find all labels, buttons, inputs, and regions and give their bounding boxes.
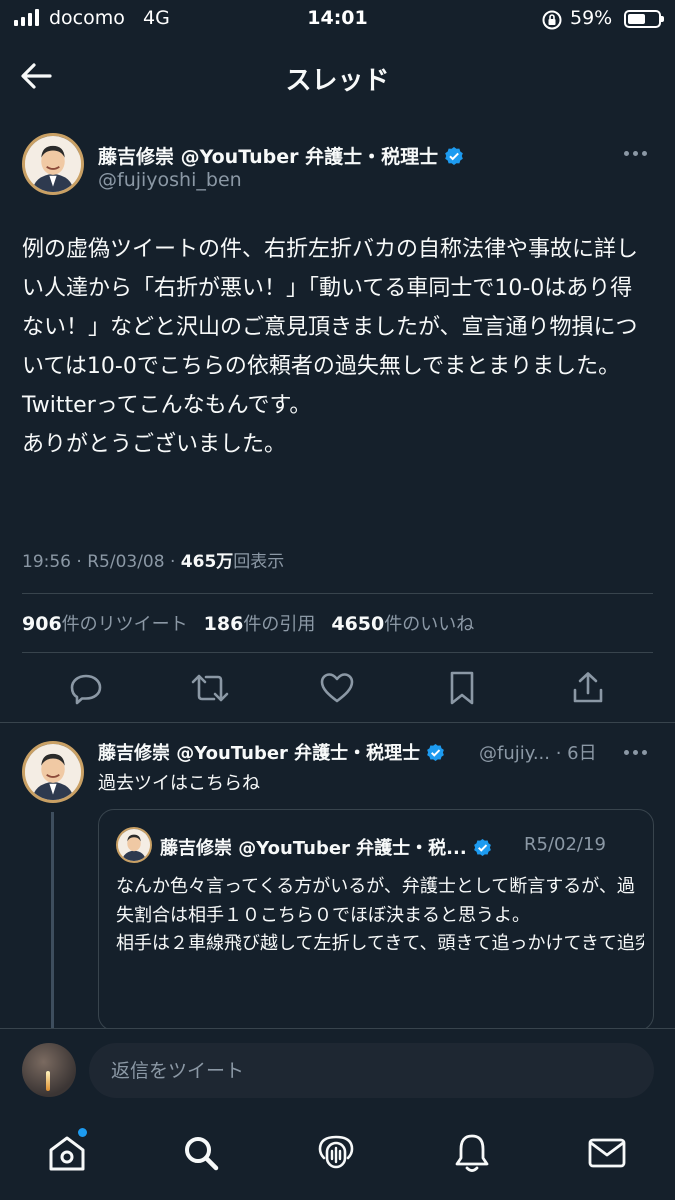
battery-percent: 59% <box>570 7 613 29</box>
bookmark-button[interactable] <box>442 665 482 711</box>
tab-spaces[interactable] <box>313 1130 359 1176</box>
status-bar: docomo 4G 14:01 59% <box>0 0 675 40</box>
retweets-stat[interactable]: 906件のリツイート <box>22 610 188 636</box>
page-title: スレッド <box>285 66 390 96</box>
tweet-stats: 906件のリツイート 186件の引用 4650件のいいね <box>22 610 474 636</box>
reply-button[interactable] <box>66 665 106 711</box>
unread-dot <box>78 1128 87 1137</box>
like-icon <box>320 673 354 703</box>
tweet-actions <box>0 665 675 715</box>
quoted-line: なんか色々言ってくる方がいるが、弁護士として断言するが、過失割合は相手１０こちら… <box>116 876 635 926</box>
my-avatar[interactable] <box>22 1043 76 1097</box>
share-icon <box>573 672 603 703</box>
home-icon <box>49 1136 85 1171</box>
quoted-author-avatar <box>116 827 152 863</box>
reply-handle-time[interactable]: @fujiy... · 6日 <box>479 739 597 765</box>
more-icon[interactable] <box>624 151 647 156</box>
author-name[interactable]: 藤吉修崇 @YouTuber 弁護士・税理士 <box>98 142 464 169</box>
views-count: 465万 <box>180 552 234 572</box>
spaces-icon <box>318 1135 354 1169</box>
verified-badge-icon <box>473 838 491 857</box>
avatar-portrait-icon <box>25 744 81 800</box>
verified-badge-icon <box>445 147 463 165</box>
divider <box>22 652 653 653</box>
tweet-line: ありがとうございました。 <box>22 432 287 457</box>
quotes-stat[interactable]: 186件の引用 <box>204 610 316 636</box>
battery-icon <box>624 10 664 28</box>
reply-icon <box>70 674 102 705</box>
reply-input[interactable] <box>89 1043 654 1098</box>
more-icon[interactable] <box>624 750 647 755</box>
rotation-lock-icon <box>542 10 562 30</box>
views-label: 回表示 <box>233 552 285 572</box>
reply-text: 過去ツイはこちらね <box>98 773 260 794</box>
quoted-author-name: 藤吉修崇 @YouTuber 弁護士・税... <box>160 834 492 860</box>
tab-search[interactable] <box>178 1130 224 1176</box>
notifications-icon <box>455 1134 489 1172</box>
thread-line <box>51 812 54 1032</box>
author-avatar[interactable] <box>22 133 84 195</box>
reply-author-avatar[interactable] <box>22 741 84 803</box>
retweet-button[interactable] <box>190 665 230 711</box>
tweet-meta: 19:56 · R5/03/08 · 465万回表示 <box>22 552 285 572</box>
share-button[interactable] <box>568 665 608 711</box>
likes-stat[interactable]: 4650件のいいね <box>331 610 474 636</box>
search-icon <box>185 1137 219 1171</box>
tab-notifications[interactable] <box>449 1130 495 1176</box>
tweet-line: Twitterってこんなもんです。 <box>22 393 312 418</box>
bottom-tab-bar <box>0 1110 675 1200</box>
quoted-text: なんか色々言ってくる方がいるが、弁護士として断言するが、過失割合は相手１０こちら… <box>116 873 644 959</box>
messages-icon <box>588 1138 626 1168</box>
retweet-icon <box>191 674 229 702</box>
bookmark-icon <box>450 671 474 705</box>
tweet-date: R5/03/08 <box>87 552 165 572</box>
tweet-time: 19:56 <box>22 552 71 572</box>
tab-messages[interactable] <box>584 1130 630 1176</box>
tab-home[interactable] <box>44 1128 90 1176</box>
quoted-date: R5/02/19 <box>524 834 606 855</box>
like-button[interactable] <box>317 665 357 711</box>
author-handle[interactable]: @fujiyoshi_ben <box>98 169 242 191</box>
tweet-text: 例の虚偽ツイートの件、右折左折バカの自称法律や事故に詳しい人達から「右折が悪い！… <box>22 230 652 464</box>
quoted-line: 相手は２車線飛び越して左折してきて、頭きて追っかけてきて追突しているんだから。多… <box>116 933 644 954</box>
verified-badge-icon <box>427 743 445 762</box>
avatar-portrait-icon <box>118 829 150 861</box>
reply-author-name[interactable]: 藤吉修崇 @YouTuber 弁護士・税理士 <box>98 739 445 765</box>
avatar-portrait-icon <box>25 136 81 192</box>
tweet-line: 例の虚偽ツイートの件、右折左折バカの自称法律や事故に詳しい人達から「右折が悪い！… <box>22 237 639 379</box>
divider <box>0 722 675 723</box>
divider <box>22 593 653 594</box>
